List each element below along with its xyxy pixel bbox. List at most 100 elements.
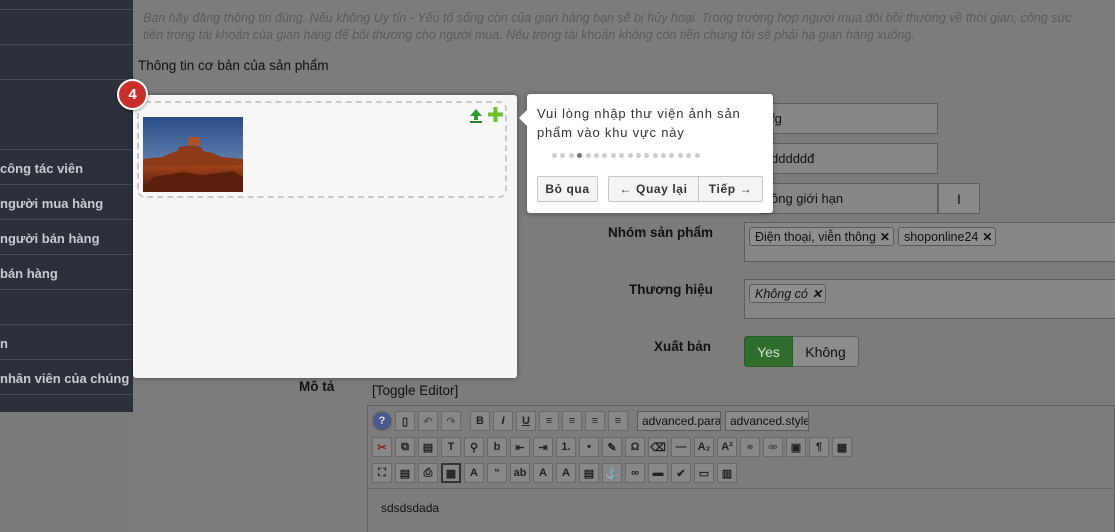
tag: Điện thoại, viễn thông ✕ (749, 227, 894, 246)
chain-icon[interactable]: ∞ (625, 463, 645, 483)
sidebar-item[interactable] (0, 0, 133, 10)
subscript-icon[interactable]: A₂ (694, 437, 714, 457)
new-document-icon[interactable]: ▯ (395, 411, 415, 431)
strikethrough-icon[interactable]: A (533, 463, 553, 483)
find-icon[interactable]: ⚲ (464, 437, 484, 457)
layer-icon[interactable]: ▭ (694, 463, 714, 483)
outdent-icon[interactable]: ⇤ (510, 437, 530, 457)
editor-content-area[interactable]: sdsdsdada (368, 488, 1114, 532)
sidebar-item[interactable]: n (0, 325, 133, 360)
tour-dot (661, 153, 667, 158)
help-icon[interactable]: ? (372, 411, 392, 431)
product-image-thumbnail[interactable] (143, 117, 243, 192)
sidebar-item-collaborator[interactable]: công tác viên (0, 150, 133, 185)
preview-icon[interactable]: ▤ (395, 463, 415, 483)
format-painter-icon[interactable]: ✎ (602, 437, 622, 457)
back-button[interactable]: ← Quay lại (608, 176, 699, 202)
image-icon[interactable]: ▣ (786, 437, 806, 457)
align-center-icon[interactable]: ≡ (562, 411, 582, 431)
redo-icon[interactable]: ↷ (441, 411, 461, 431)
publish-yes-button[interactable]: Yes (744, 336, 793, 367)
abbr-icon[interactable]: ab (510, 463, 530, 483)
anchor-icon[interactable]: ⚓ (602, 463, 622, 483)
skip-button[interactable]: Bỏ qua (537, 176, 598, 202)
product-group-select[interactable]: Điện thoại, viễn thông ✕ shoponline24 ✕ (744, 222, 1115, 262)
remove-tag-icon[interactable]: ✕ (812, 287, 822, 301)
sidebar-item[interactable] (0, 80, 133, 150)
superscript-icon[interactable]: A² (717, 437, 737, 457)
special-char-icon[interactable]: Ω (625, 437, 645, 457)
publish-no-button[interactable]: Không (793, 336, 859, 367)
product-code-field[interactable]: dddddđ (760, 143, 938, 174)
sidebar-item-sales[interactable]: bán hàng (0, 255, 133, 290)
paste-text-icon[interactable]: T (441, 437, 461, 457)
underline-icon[interactable]: U (516, 411, 536, 431)
product-name-field[interactable]: fg (760, 103, 938, 134)
bold-icon[interactable]: B (470, 411, 490, 431)
replace-icon[interactable]: b (487, 437, 507, 457)
fullscreen-icon[interactable]: ⛶ (372, 463, 392, 483)
quote-icon[interactable]: “ (487, 463, 507, 483)
copy-icon[interactable]: ⧉ (395, 437, 415, 457)
remove-tag-icon[interactable]: ✕ (880, 230, 890, 244)
remove-tag-icon[interactable]: ✕ (982, 230, 992, 244)
align-right-icon[interactable]: ≡ (608, 411, 628, 431)
eraser-icon[interactable]: ⌫ (648, 437, 668, 457)
sidebar-item-label: n (0, 336, 8, 351)
add-icon[interactable] (488, 107, 503, 122)
paste-icon[interactable]: ▤ (418, 437, 438, 457)
insert-icon[interactable]: ▤ (579, 463, 599, 483)
numbered-list-icon[interactable]: 1. (556, 437, 576, 457)
tour-dot (568, 153, 574, 158)
sidebar-item-label: công tác viên (0, 161, 84, 176)
image-dropzone[interactable] (137, 101, 507, 198)
media-icon[interactable]: ▬ (648, 463, 668, 483)
next-button[interactable]: Tiếp → (698, 176, 763, 202)
notice-line: tiền trong tài khoản của gian hàng để bồ… (143, 28, 915, 42)
publish-toggle: Yes Không (744, 336, 859, 367)
acronym-icon[interactable]: A (556, 463, 576, 483)
sidebar-item-staff[interactable]: nhân viên của chúng (0, 360, 133, 395)
upload-icon[interactable] (469, 108, 483, 124)
sidebar-item-label: nhân viên của chúng (0, 371, 130, 386)
toolbar-row: ? ▯ ↶ ↷ B I U ≡ ≡ ≡ ≡ advanced.para adva… (372, 410, 813, 432)
italic-icon[interactable]: I (493, 411, 513, 431)
layout-icon[interactable]: ▥ (717, 463, 737, 483)
justify-icon[interactable]: ≡ (539, 411, 559, 431)
style-select[interactable]: advanced.style▼ (725, 411, 809, 431)
undo-icon[interactable]: ↶ (418, 411, 438, 431)
tour-dot (627, 153, 633, 158)
toggle-editor-link[interactable]: [Toggle Editor] (372, 383, 458, 398)
image-gallery-panel (133, 95, 517, 378)
sidebar-item-seller[interactable]: người bán hàng (0, 220, 133, 255)
toolbar-row: ⛶ ▤ ⎙ ▦ A “ ab A A ▤ ⚓ ∞ ▬ ✔ ▭ ▥ (372, 462, 740, 484)
tour-dot (602, 153, 608, 158)
unlink-icon[interactable]: ⚮ (763, 437, 783, 457)
print-icon[interactable]: ⎙ (418, 463, 438, 483)
tag-label: Điện thoại, viễn thông (755, 229, 876, 244)
paragraph-format-select[interactable]: advanced.para (637, 411, 721, 431)
tour-dot (560, 153, 566, 158)
indent-icon[interactable]: ⇥ (533, 437, 553, 457)
link-icon[interactable]: ⚭ (740, 437, 760, 457)
brand-select[interactable]: Không có ✕ (744, 279, 1115, 319)
sidebar-item[interactable] (0, 290, 133, 325)
tag: shoponline24 ✕ (897, 227, 997, 246)
pilcrow-icon[interactable]: ¶ (809, 437, 829, 457)
align-left-icon[interactable]: ≡ (585, 411, 605, 431)
sidebar-item[interactable] (0, 45, 133, 80)
spellcheck-icon[interactable]: ✔ (671, 463, 691, 483)
popover-arrow (519, 110, 527, 126)
cursor-button[interactable]: I (938, 183, 980, 214)
sidebar-item-buyer[interactable]: người mua hàng (0, 185, 133, 220)
cut-icon[interactable]: ✂ (372, 437, 392, 457)
horizontal-rule-icon[interactable]: — (671, 437, 691, 457)
visual-aid-icon[interactable]: ▦ (441, 463, 461, 483)
select-value: advanced.para (642, 414, 721, 428)
notice-line: Bạn hãy đăng thông tin đúng. Nếu không U… (143, 11, 1072, 25)
sidebar-item[interactable] (0, 10, 133, 45)
font-color-icon[interactable]: A (464, 463, 484, 483)
bullet-list-icon[interactable]: • (579, 437, 599, 457)
quantity-field[interactable]: ông giới hạn (760, 183, 938, 214)
template-icon[interactable]: ▦ (832, 437, 852, 457)
